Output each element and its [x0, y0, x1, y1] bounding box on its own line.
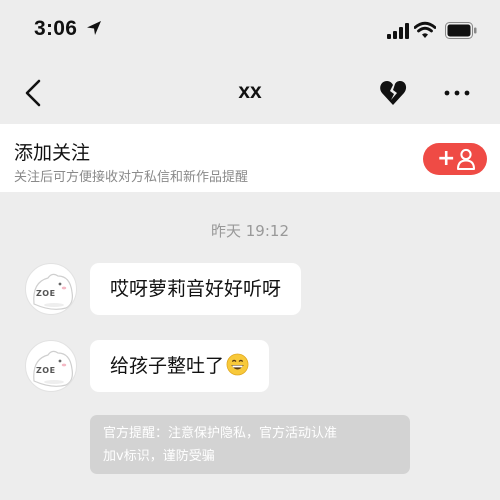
follow-title: 添加关注	[14, 142, 91, 164]
follow-subtitle: 关注后可方便接收对方私信和新作品提醒	[14, 170, 249, 185]
avatar-label: ZOE	[36, 289, 56, 298]
status-bar: 3:06	[0, 0, 500, 62]
back-chevron-icon[interactable]	[20, 76, 48, 110]
more-dots-icon[interactable]	[440, 82, 474, 104]
wifi-icon	[414, 21, 436, 38]
grinning-face-icon	[226, 353, 249, 376]
message-text: 哎呀萝莉音好好听呀	[110, 278, 282, 300]
message-text: 给孩子整吐了	[110, 355, 225, 377]
location-arrow-icon	[87, 21, 101, 35]
follow-button[interactable]: +	[423, 143, 487, 175]
message-bubble[interactable]: 给孩子整吐了	[90, 340, 270, 392]
status-time: 3:06	[34, 17, 78, 40]
nav-bar: xx	[0, 62, 500, 124]
plus-symbol: +	[437, 146, 456, 171]
battery-icon	[445, 22, 477, 39]
chat-timestamp: 昨天 19:12	[211, 222, 289, 240]
message-bubble[interactable]: 哎呀萝莉音好好听呀	[90, 263, 302, 315]
notice-line-1: 官方提醒：注意保护隐私，官方活动认准	[103, 426, 338, 441]
avatar[interactable]: ZOE	[25, 340, 77, 392]
user-icon	[457, 148, 475, 170]
chat-title: xx	[238, 80, 262, 103]
follow-banner[interactable]: 添加关注 关注后可方便接收对方私信和新作品提醒 +	[0, 124, 500, 192]
broken-heart-icon[interactable]	[378, 78, 408, 108]
official-notice: 官方提醒：注意保护隐私，官方活动认准 加v标识，谨防受骗	[90, 415, 410, 474]
avatar[interactable]: ZOE	[25, 263, 77, 315]
avatar-label: ZOE	[36, 366, 56, 375]
cellular-signal-icon	[387, 23, 409, 39]
notice-line-2: 加v标识，谨防受骗	[103, 449, 215, 464]
